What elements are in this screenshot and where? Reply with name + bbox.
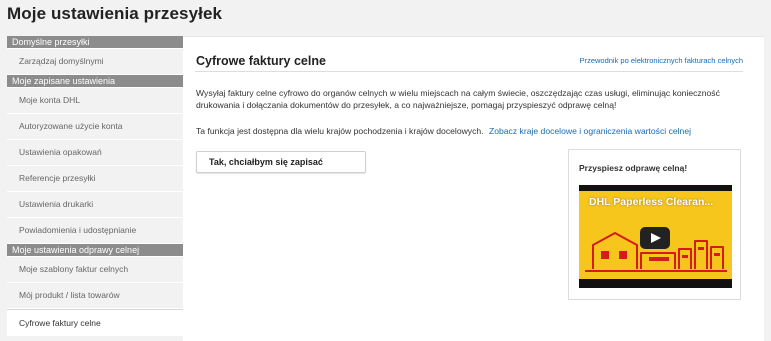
sidebar-item-digital-invoices[interactable]: Cyfrowe faktury celne <box>7 309 183 336</box>
video-box-title: Przyspiesz odprawę celną! <box>579 163 688 173</box>
video-caption: DHL Paperless Clearan... <box>589 196 714 208</box>
signup-button[interactable]: Tak, chciałbym się zapisać <box>196 151 366 173</box>
sidebar-section-default-shipments: Domyślne przesyłki <box>7 36 183 49</box>
sidebar-item-packaging-settings[interactable]: Ustawienia opakowań <box>7 140 183 166</box>
sidebar-item-authorized-account-use[interactable]: Autoryzowane użycie konta <box>7 114 183 140</box>
sidebar-item-dhl-accounts[interactable]: Moje konta DHL <box>7 88 183 114</box>
sidebar-item-product-list[interactable]: Mój produkt / lista towarów <box>7 283 183 309</box>
sidebar-section-saved-settings: Moje zapisane ustawienia <box>7 75 183 88</box>
availability-text: Ta funkcja jest dostępna dla wielu krajó… <box>196 126 484 136</box>
sidebar-item-invoice-templates[interactable]: Moje szablony faktur celnych <box>7 257 183 283</box>
sidebar-item-shipment-references[interactable]: Referencje przesyłki <box>7 166 183 192</box>
page-title: Moje ustawienia przesyłek <box>7 4 223 23</box>
section-title: Cyfrowe faktury celne <box>196 54 326 68</box>
availability-line: Ta funkcja jest dostępna dla wielu krajó… <box>196 126 691 136</box>
sidebar: Domyślne przesyłki Zarządzaj domyślnymi … <box>7 36 183 340</box>
sidebar-item-notifications-sharing[interactable]: Powiadomienia i udostępnianie <box>7 218 183 244</box>
play-icon[interactable] <box>640 227 670 249</box>
main-panel: Cyfrowe faktury celne Przewodnik po elek… <box>183 36 764 341</box>
sidebar-section-customs-settings: Moje ustawienia odprawy celnej <box>7 244 183 257</box>
video-box: Przyspiesz odprawę celną! DHL Paperless … <box>568 149 741 300</box>
sidebar-item-printer-settings[interactable]: Ustawienia drukarki <box>7 192 183 218</box>
countries-link[interactable]: Zobacz kraje docelowe i ograniczenia war… <box>489 126 691 136</box>
video-player[interactable]: DHL Paperless Clearan... <box>579 185 732 288</box>
description-text: Wysyłaj faktury celne cyfrowo do organów… <box>196 88 720 110</box>
guide-link[interactable]: Przewodnik po elektronicznych fakturach … <box>580 56 743 65</box>
divider <box>195 71 743 72</box>
sidebar-item-manage-defaults[interactable]: Zarządzaj domyślnymi <box>7 49 183 75</box>
video-thumbnail: DHL Paperless Clearan... <box>579 191 732 279</box>
